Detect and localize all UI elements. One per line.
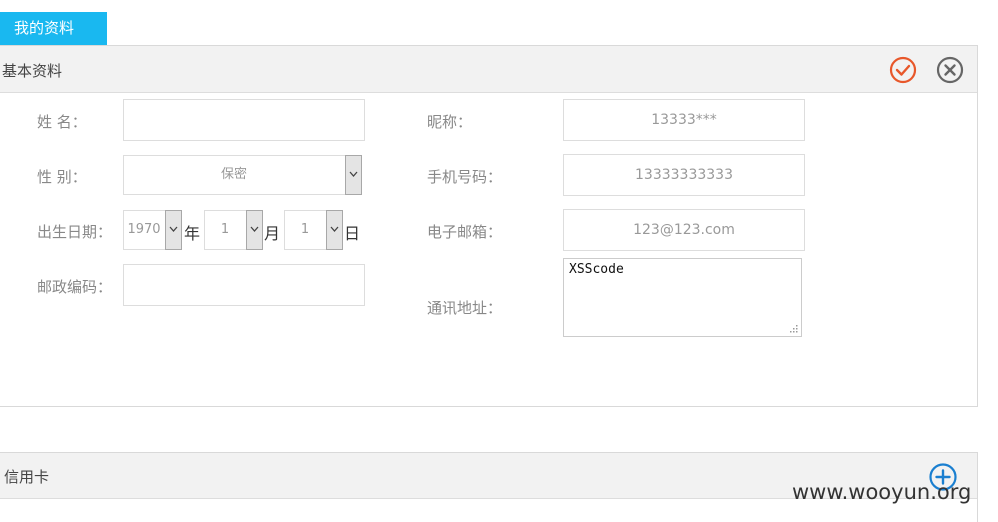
birth-month-value: 1 [220, 222, 230, 237]
name-input[interactable] [123, 99, 365, 141]
email-label: 电子邮箱： [427, 223, 503, 241]
confirm-button[interactable] [889, 56, 917, 84]
birth-label: 出生日期： [37, 223, 113, 241]
chevron-down-icon[interactable] [345, 155, 362, 195]
name-label: 姓 名： [37, 113, 87, 131]
chevron-down-icon[interactable] [246, 210, 263, 250]
x-circle-icon [936, 56, 964, 84]
watermark: www.wooyun.org [792, 480, 972, 504]
check-circle-icon [889, 56, 917, 84]
basic-info-header: 基本资料 [0, 46, 977, 93]
year-unit: 年 [184, 224, 201, 243]
birth-day-value: 1 [300, 222, 310, 237]
address-textarea[interactable]: XSScode [563, 258, 802, 337]
postcode-input[interactable] [123, 264, 365, 306]
postcode-label: 邮政编码： [37, 278, 113, 296]
birth-year-value: 1970 [127, 222, 161, 237]
gender-select[interactable]: 保密 [123, 155, 362, 195]
email-input[interactable] [563, 209, 805, 251]
gender-label: 性 别： [37, 168, 87, 186]
birth-year-select[interactable]: 1970 [123, 210, 182, 250]
credit-card-title: 信用卡 [4, 468, 50, 486]
gender-value: 保密 [220, 167, 247, 182]
resize-grip-icon[interactable] [790, 325, 798, 333]
address-value: XSScode [569, 262, 624, 277]
phone-label: 手机号码： [427, 168, 503, 186]
birth-month-select[interactable]: 1 [204, 210, 263, 250]
month-unit: 月 [264, 224, 281, 243]
chevron-down-icon[interactable] [165, 210, 182, 250]
cancel-button[interactable] [936, 56, 964, 84]
tab-my-profile[interactable]: 我的资料 [0, 12, 107, 45]
nickname-label: 昵称： [427, 113, 473, 131]
address-label: 通讯地址： [427, 299, 503, 317]
phone-input[interactable] [563, 154, 805, 196]
nickname-input[interactable] [563, 99, 805, 141]
day-unit: 日 [344, 224, 361, 243]
basic-info-title: 基本资料 [2, 62, 63, 80]
birth-day-select[interactable]: 1 [284, 210, 343, 250]
chevron-down-icon[interactable] [326, 210, 343, 250]
